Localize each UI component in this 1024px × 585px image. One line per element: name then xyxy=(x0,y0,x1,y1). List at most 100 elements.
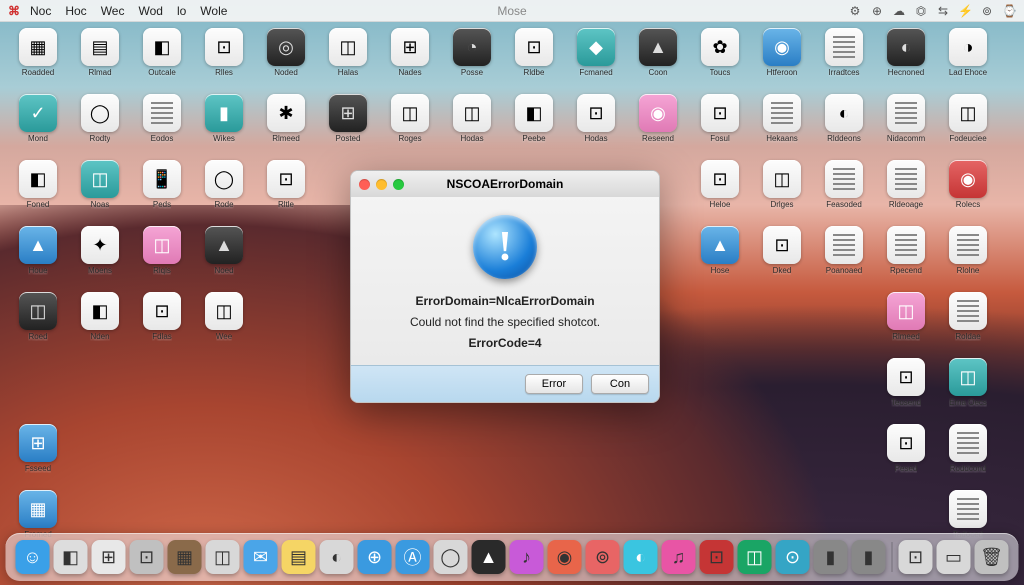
desktop-icon[interactable]: ✱Rlmeed xyxy=(256,94,316,156)
menubar-status-icon[interactable]: ⏣ xyxy=(914,4,928,18)
desktop-icon[interactable]: ◯Rodty xyxy=(70,94,130,156)
menu-item[interactable]: Wole xyxy=(200,4,227,18)
desktop-icon[interactable]: ⊡Pesed xyxy=(876,424,936,486)
desktop-icon[interactable]: ◧Peebe xyxy=(504,94,564,156)
desktop-icon[interactable]: ◐Rlddeons xyxy=(814,94,874,156)
dock-item[interactable]: ⊡ xyxy=(899,540,933,574)
desktop-icon[interactable]: ◫Wee xyxy=(194,292,254,354)
dock-item[interactable]: ☺ xyxy=(16,540,50,574)
dock-item[interactable]: ▦ xyxy=(168,540,202,574)
menubar-status-icon[interactable]: ⌚ xyxy=(1002,4,1016,18)
desktop-icon[interactable]: ◯Rode xyxy=(194,160,254,222)
desktop-icon[interactable]: 📱Peds xyxy=(132,160,192,222)
dock-item[interactable]: ◉ xyxy=(548,540,582,574)
desktop-icon[interactable]: Nidacomm xyxy=(876,94,936,156)
desktop-icon[interactable]: ◫Rlqls xyxy=(132,226,192,288)
dock-item[interactable]: ⊡ xyxy=(700,540,734,574)
desktop-icon[interactable]: ⊡Heloe xyxy=(690,160,750,222)
dock-item[interactable]: ◫ xyxy=(206,540,240,574)
desktop-icon[interactable]: ⊡Teosend xyxy=(876,358,936,420)
desktop-icon[interactable]: ◫Noas xyxy=(70,160,130,222)
desktop-icon[interactable]: Eodos xyxy=(132,94,192,156)
desktop-icon[interactable]: ⊡Hodas xyxy=(566,94,626,156)
desktop-icon[interactable]: ⊡Fosul xyxy=(690,94,750,156)
desktop-icon[interactable]: ◫Drlges xyxy=(752,160,812,222)
desktop-icon[interactable]: ◔Posse xyxy=(442,28,502,90)
desktop-icon[interactable]: ⊞Fsseed xyxy=(8,424,68,486)
desktop-icon[interactable]: ◆Fcmaned xyxy=(566,28,626,90)
desktop-icon[interactable]: ◉Rolecs xyxy=(938,160,998,222)
menu-item[interactable]: Hoc xyxy=(65,4,86,18)
dock-item[interactable]: ◐ xyxy=(624,540,658,574)
desktop-icon[interactable]: ⊡Rldbe xyxy=(504,28,564,90)
dock-item[interactable]: ▤ xyxy=(282,540,316,574)
dock-item[interactable]: ⊚ xyxy=(586,540,620,574)
desktop-icon[interactable]: ◉Htferoon xyxy=(752,28,812,90)
menu-item[interactable]: lo xyxy=(177,4,186,18)
desktop-icon[interactable]: ▮Wikes xyxy=(194,94,254,156)
dock-item[interactable]: ▮ xyxy=(814,540,848,574)
menubar-status-icon[interactable]: ⊚ xyxy=(980,4,994,18)
dock-item[interactable]: ⊞ xyxy=(92,540,126,574)
menu-item[interactable]: Wec xyxy=(101,4,125,18)
desktop-icon[interactable]: ◫Erna Oecs xyxy=(938,358,998,420)
dock-item[interactable]: ▮ xyxy=(852,540,886,574)
desktop-icon[interactable]: ◧Outcale xyxy=(132,28,192,90)
desktop-icon[interactable]: Roddcond xyxy=(938,424,998,486)
desktop-icon[interactable]: Poanoaed xyxy=(814,226,874,288)
dock-item[interactable]: ▭ xyxy=(937,540,971,574)
menubar-status-icon[interactable]: ⚙ xyxy=(848,4,862,18)
dock-item[interactable]: ▲ xyxy=(472,540,506,574)
dock-item[interactable]: ◫ xyxy=(738,540,772,574)
desktop-icon[interactable]: ⊡Rltle xyxy=(256,160,316,222)
dock-item[interactable]: ◐ xyxy=(320,540,354,574)
desktop-icon[interactable]: ◫Halas xyxy=(318,28,378,90)
desktop-icon[interactable]: ⊡Dked xyxy=(752,226,812,288)
desktop-icon[interactable]: Rldeoage xyxy=(876,160,936,222)
desktop-icon[interactable]: ◫Fodeuciee xyxy=(938,94,998,156)
desktop-icon[interactable]: ▤Rlmad xyxy=(70,28,130,90)
dock-item[interactable]: ⊙ xyxy=(776,540,810,574)
zoom-icon[interactable] xyxy=(393,179,404,190)
desktop-icon[interactable]: Rpecend xyxy=(876,226,936,288)
dialog-titlebar[interactable]: NSCOAErrorDomain xyxy=(351,171,659,197)
desktop-icon[interactable]: ▲Hose xyxy=(690,226,750,288)
dock-item[interactable]: Ⓐ xyxy=(396,540,430,574)
desktop-icon[interactable]: ◧Nden xyxy=(70,292,130,354)
desktop-icon[interactable]: ✦Moens xyxy=(70,226,130,288)
dock-item[interactable]: ◧ xyxy=(54,540,88,574)
desktop-icon[interactable]: Rlolne xyxy=(938,226,998,288)
dock-item[interactable]: ✉ xyxy=(244,540,278,574)
minimize-icon[interactable] xyxy=(376,179,387,190)
dock-item[interactable]: 🗑 xyxy=(975,540,1009,574)
desktop-icon[interactable]: ⊞Nades xyxy=(380,28,440,90)
desktop-icon[interactable]: ◧Foned xyxy=(8,160,68,222)
dock-item[interactable]: ♪ xyxy=(510,540,544,574)
dock-item[interactable]: ⊡ xyxy=(130,540,164,574)
desktop-icon[interactable]: ⊞Posted xyxy=(318,94,378,156)
desktop-icon[interactable]: ▦Roadded xyxy=(8,28,68,90)
con-button[interactable]: Con xyxy=(591,374,649,394)
desktop-icon[interactable]: ◫Hodas xyxy=(442,94,502,156)
desktop-icon[interactable]: ◉Reseend xyxy=(628,94,688,156)
desktop-icon[interactable]: Feasoded xyxy=(814,160,874,222)
desktop-icon[interactable]: Roldae xyxy=(938,292,998,354)
menu-item[interactable]: Wod xyxy=(138,4,162,18)
desktop-icon[interactable]: ◑Lad Ehoce xyxy=(938,28,998,90)
desktop-icon[interactable]: ◐Hecnoned xyxy=(876,28,936,90)
apple-menu-icon[interactable]: ⌘ xyxy=(8,4,20,18)
desktop-icon[interactable]: Hekaans xyxy=(752,94,812,156)
dock-item[interactable]: ⊕ xyxy=(358,540,392,574)
menubar-status-icon[interactable]: ⚡ xyxy=(958,4,972,18)
desktop-icon[interactable]: ▲Houe xyxy=(8,226,68,288)
desktop-icon[interactable]: ⊡Rlles xyxy=(194,28,254,90)
desktop-icon[interactable]: Irradtces xyxy=(814,28,874,90)
desktop-icon[interactable]: ▲Coon xyxy=(628,28,688,90)
dock-item[interactable]: ◯ xyxy=(434,540,468,574)
menubar-status-icon[interactable]: ⊕ xyxy=(870,4,884,18)
desktop-icon[interactable]: ◫Rlmeed xyxy=(876,292,936,354)
desktop-icon[interactable]: ◎Noded xyxy=(256,28,316,90)
close-icon[interactable] xyxy=(359,179,370,190)
desktop-icon[interactable]: ✓Mond xyxy=(8,94,68,156)
desktop-icon[interactable]: ◫Roges xyxy=(380,94,440,156)
